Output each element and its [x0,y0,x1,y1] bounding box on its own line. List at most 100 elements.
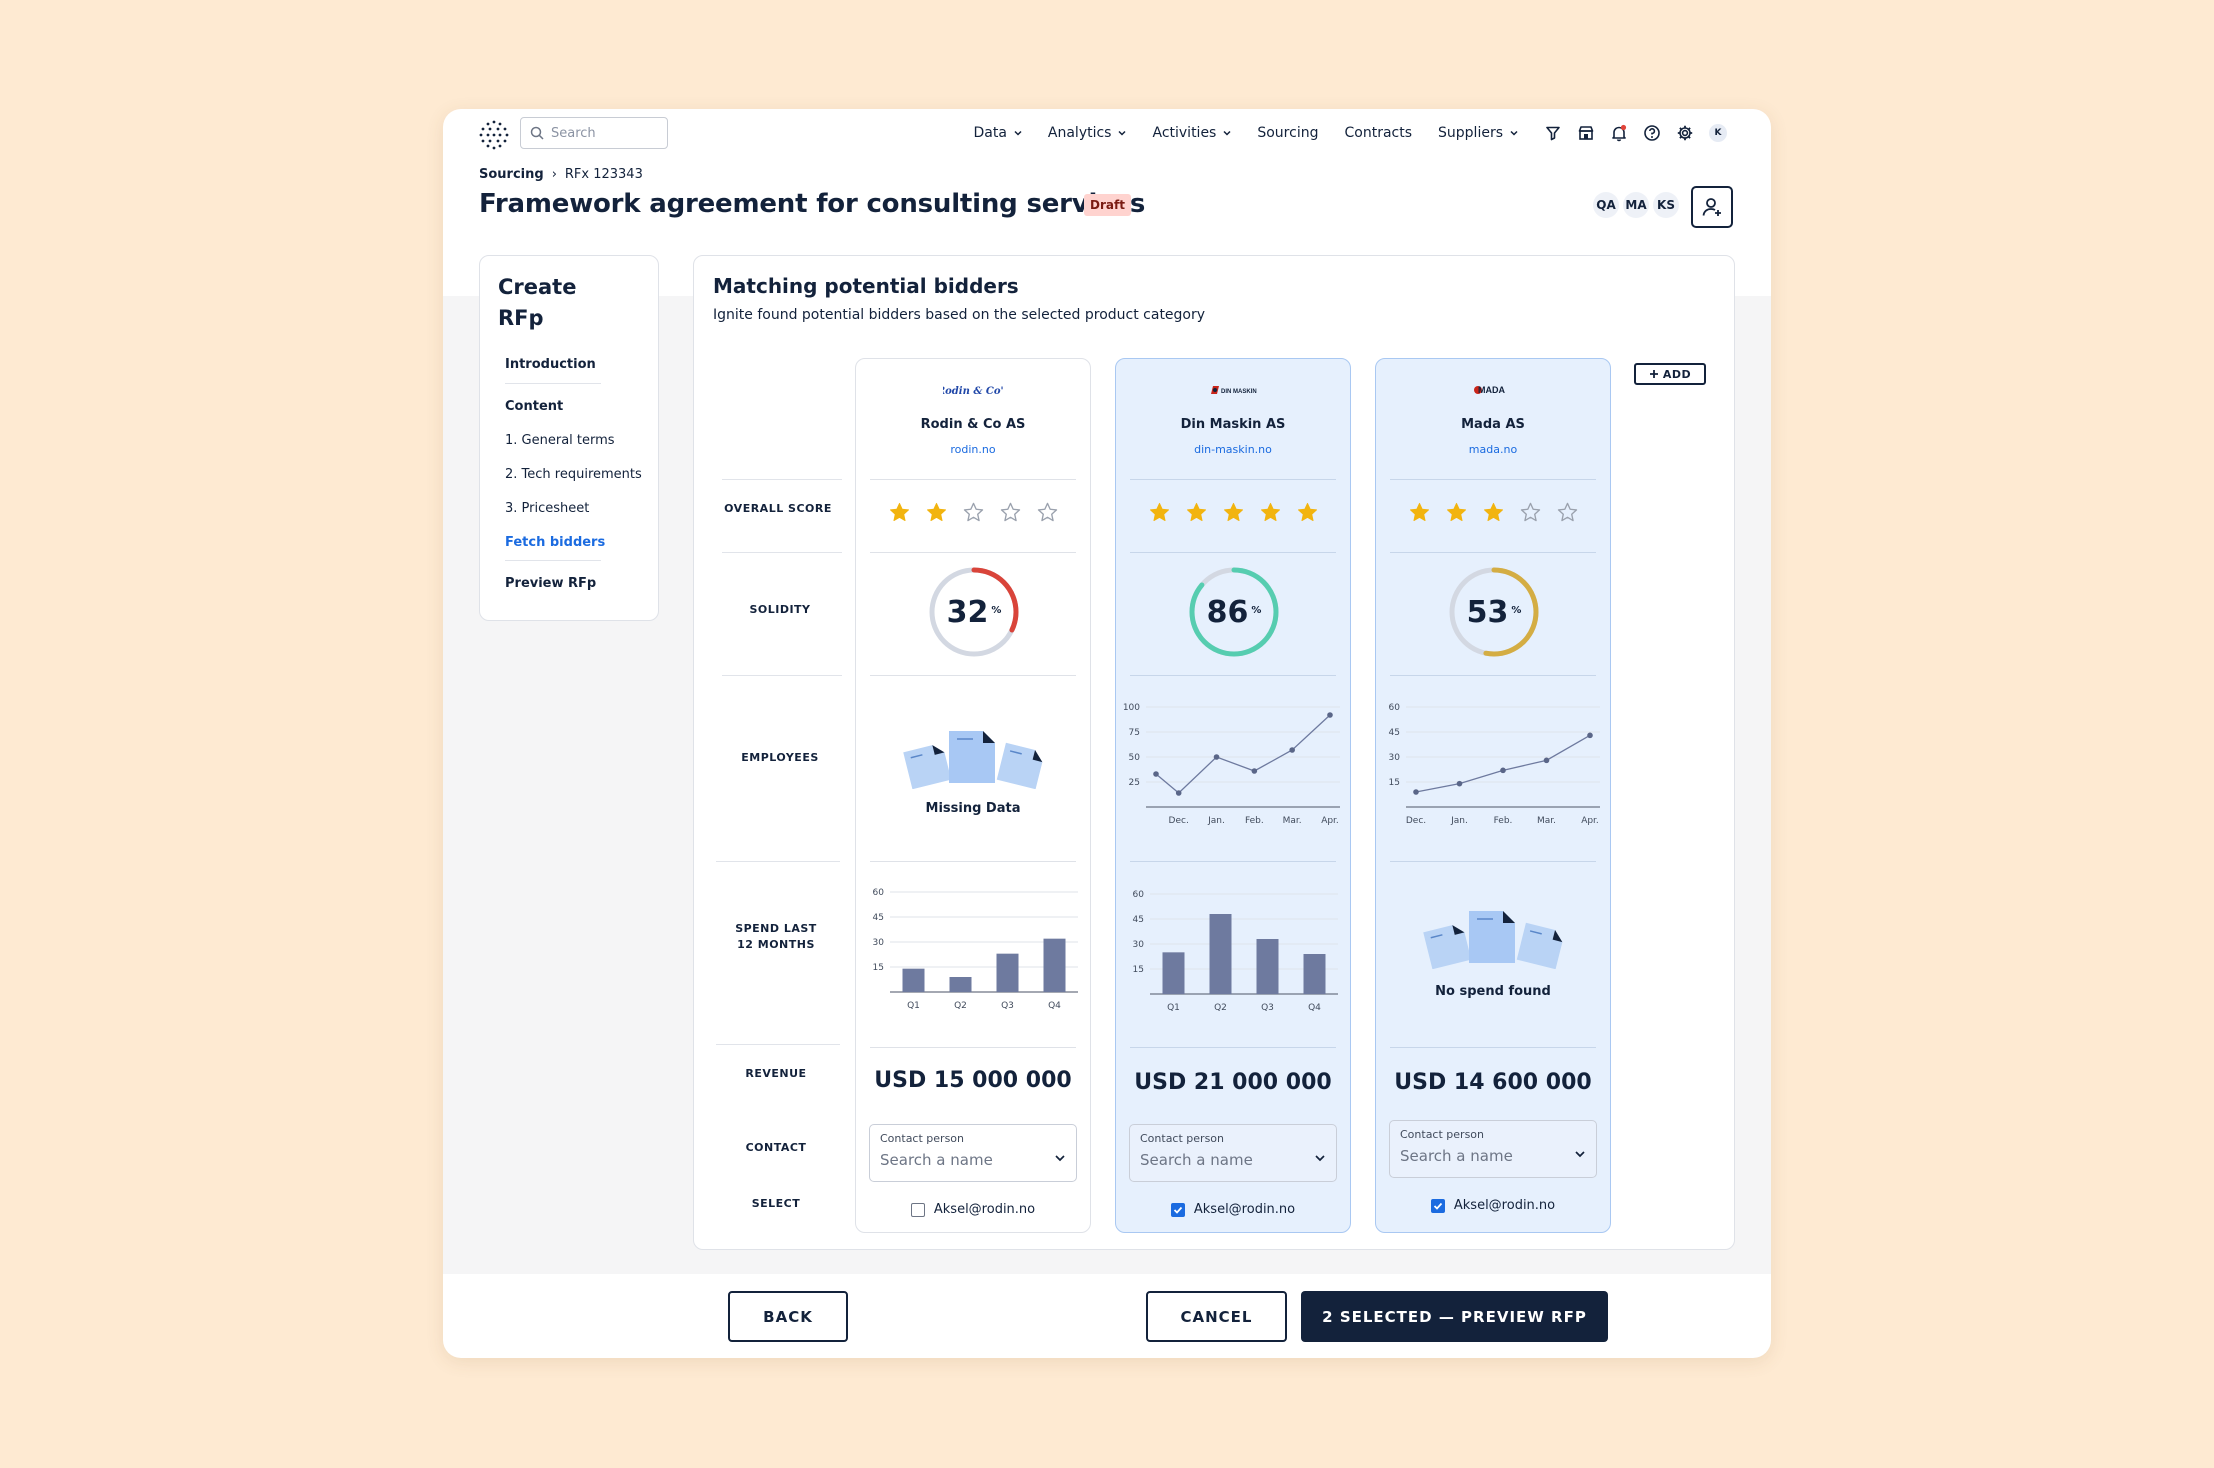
select-bidder[interactable]: Aksel@rodin.no [1376,1198,1610,1213]
nav-activities[interactable]: Activities [1152,125,1231,141]
chevron-down-icon [1118,129,1126,137]
search-placeholder: Search [551,126,596,141]
filter-icon[interactable] [1544,124,1562,142]
bar [903,969,925,992]
gear-icon[interactable] [1676,124,1694,142]
row-divider [716,1044,840,1045]
svg-text:MADA: MADA [1478,385,1505,395]
sidebar-item-content[interactable]: Content [505,399,563,414]
select-checkbox[interactable] [911,1203,925,1217]
bidder-card-din-maskin: DIN MASKIN Din Maskin AS din-maskin.no 8… [1115,358,1351,1233]
contact-person-select[interactable]: Contact person Search a name [869,1124,1077,1182]
x-tick-label: Mar. [1537,816,1556,826]
divider [1130,552,1336,553]
x-tick-label: Q3 [1001,1001,1014,1011]
bell-icon[interactable] [1610,124,1628,142]
app-logo[interactable] [478,119,510,151]
sidebar-item-general-terms[interactable]: 1. General terms [505,433,615,448]
nav-sourcing[interactable]: Sourcing [1257,125,1318,141]
bar [950,977,972,992]
missing-data-illustration [901,727,1047,789]
sidebar-item-introduction[interactable]: Introduction [505,357,596,372]
employees-line-chart: 255075100Dec.Jan.Feb.Mar.Apr. [1122,699,1348,839]
x-tick-label: Dec. [1406,816,1426,826]
star-filled-icon [888,501,911,524]
row-label-employees: EMPLOYEES [720,750,840,766]
breadcrumb: Sourcing › RFx 123343 [479,167,643,182]
bar [1304,954,1326,994]
data-point [1500,768,1506,774]
star-filled-icon [1148,501,1171,524]
divider [1390,861,1596,862]
x-tick-label: Jan. [1207,816,1225,826]
chevron-down-icon [1054,1152,1066,1164]
revenue-value: USD 21 000 000 [1116,1070,1350,1095]
y-tick-label: 60 [1389,703,1401,713]
contact-label: Contact person [1140,1132,1224,1145]
contact-person-select[interactable]: Contact person Search a name [1129,1124,1337,1182]
company-logo: MADA [1376,382,1610,398]
store-icon[interactable] [1577,124,1595,142]
y-tick-label: 45 [1389,728,1400,738]
sidebar-item-tech-requirements[interactable]: 2. Tech requirements [505,467,642,482]
y-tick-label: 15 [873,963,884,973]
select-bidder[interactable]: Aksel@rodin.no [1116,1202,1350,1217]
star-filled-icon [925,501,948,524]
divider [870,552,1076,553]
company-website-link[interactable]: rodin.no [856,443,1090,456]
x-tick-label: Q2 [954,1001,967,1011]
help-icon[interactable] [1643,124,1661,142]
divider [1130,479,1336,480]
x-tick-label: Q1 [1167,1003,1180,1013]
page-title: Framework agreement for consulting servi… [479,189,1145,219]
revenue-value: USD 15 000 000 [856,1068,1090,1093]
bar [997,954,1019,992]
preview-rfp-button[interactable]: 2 SELECTED — PREVIEW RFP [1301,1291,1608,1342]
nav-suppliers[interactable]: Suppliers [1438,125,1518,141]
no-spend-illustration [1421,907,1567,969]
spend-bar-chart: 15304560Q1Q2Q3Q4 [866,884,1086,1024]
back-button[interactable]: BACK [728,1291,848,1342]
breadcrumb-sourcing[interactable]: Sourcing [479,167,544,182]
company-website-link[interactable]: mada.no [1376,443,1610,456]
select-checkbox[interactable] [1431,1199,1445,1213]
add-bidder-button[interactable]: ADD [1634,363,1706,385]
plus-icon [1649,369,1659,379]
bidder-card-rodin: Rodin & Co's Rodin & Co AS rodin.no 32% … [855,358,1091,1233]
add-user-button[interactable] [1691,186,1733,228]
user-avatar[interactable]: K [1709,124,1727,142]
chevron-down-icon [1014,129,1022,137]
y-tick-label: 30 [1389,753,1401,763]
bar [1257,939,1279,994]
nav-analytics[interactable]: Analytics [1048,125,1127,141]
no-spend-label: No spend found [1376,984,1610,999]
select-bidder[interactable]: Aksel@rodin.no [856,1202,1090,1217]
status-badge: Draft [1084,194,1131,216]
solidity-value: 86% [1186,564,1282,660]
x-tick-label: Apr. [1321,816,1339,826]
data-point [1176,790,1182,796]
sidebar-item-fetch-bidders[interactable]: Fetch bidders [505,535,605,550]
cancel-button[interactable]: CANCEL [1146,1291,1287,1342]
avatar[interactable]: MA [1623,192,1649,218]
divider [1130,1047,1336,1048]
x-tick-label: Dec. [1169,816,1189,826]
avatar[interactable]: QA [1593,192,1619,218]
sidebar-item-preview[interactable]: Preview RFp [505,576,596,591]
contact-placeholder: Search a name [880,1151,993,1169]
avatar[interactable]: KS [1653,192,1679,218]
contact-placeholder: Search a name [1140,1151,1253,1169]
search-field[interactable]: Search [520,117,668,149]
row-label-contact: CONTACT [716,1140,836,1156]
select-checkbox[interactable] [1171,1203,1185,1217]
company-website-link[interactable]: din-maskin.no [1116,443,1350,456]
star-rating [856,501,1090,524]
sidebar-item-pricesheet[interactable]: 3. Pricesheet [505,501,589,516]
contact-person-select[interactable]: Contact person Search a name [1389,1120,1597,1178]
y-tick-label: 30 [873,938,885,948]
nav-contracts[interactable]: Contracts [1344,125,1412,141]
x-tick-label: Feb. [1245,816,1264,826]
spend-bar-chart: 15304560Q1Q2Q3Q4 [1126,886,1346,1026]
nav-data[interactable]: Data [973,125,1021,141]
solidity-value: 53% [1446,564,1542,660]
